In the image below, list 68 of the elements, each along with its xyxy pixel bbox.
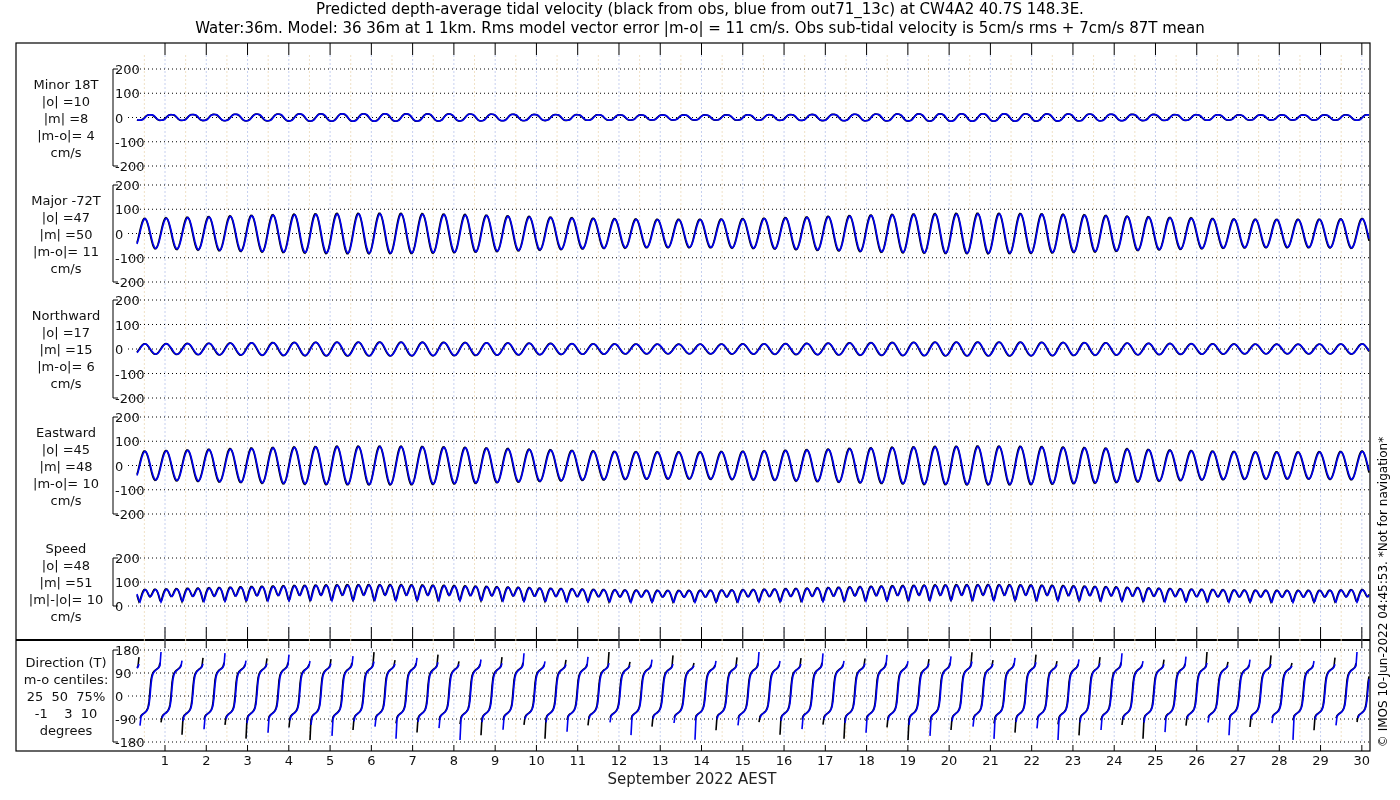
- panel-label: Speed |o| =48 |m| =51 |m|-|o|= 10 cm/s: [28, 541, 104, 624]
- panel-label: Northward |o| =17 |m| =15 |m-o|= 6 cm/s: [31, 308, 101, 391]
- axis-tick-label: 100: [115, 575, 140, 590]
- axis-tick-label: 13: [651, 753, 669, 768]
- axis-tick-label: -200: [115, 275, 145, 290]
- axis-tick-label: 23: [1064, 753, 1082, 768]
- axis-tick-label: 8: [449, 753, 459, 768]
- axis-tick-label: 5: [325, 753, 335, 768]
- axis-tick-label: 0: [115, 342, 124, 357]
- axis-tick-label: 24: [1105, 753, 1123, 768]
- axis-tick-label: 90: [115, 666, 132, 681]
- axis-tick-label: 0: [115, 599, 124, 614]
- axis-tick-label: 0: [115, 458, 124, 474]
- axis-tick-label: -200: [115, 159, 145, 174]
- axis-tick-label: 0: [115, 226, 124, 242]
- axis-tick-label: 2: [202, 753, 211, 768]
- axis-tick-label: 0: [115, 110, 124, 126]
- axis-tick-label: 100: [115, 317, 140, 333]
- axis-tick-label: -200: [115, 507, 145, 522]
- panel-label: Direction (T) m-o centiles: 25 50 75% -1 3 10 degrees: [23, 655, 109, 738]
- axis-tick-label: 1: [160, 753, 170, 768]
- axis-tick-label: 22: [1023, 753, 1040, 768]
- axis-tick-label: 180: [115, 643, 140, 658]
- axis-tick-label: 18: [858, 753, 875, 768]
- axis-tick-label: 30: [1353, 753, 1371, 768]
- axis-tick-label: 10: [528, 753, 545, 768]
- chart-title: Predicted depth-average tidal velocity (black from obs, blue from out71_13c) at CW4A2 40.7S 148.3E.: [316, 0, 1084, 18]
- axis-tick-label: -100: [115, 366, 145, 382]
- panel-label: Eastward |o| =45 |m| =48 |m-o|= 10 cm/s: [33, 424, 99, 508]
- axis-tick-label: 15: [734, 753, 752, 768]
- axis-tick-label: 7: [408, 753, 417, 768]
- copyright-notice: © IMOS 10-Jun-2022 04:45:53. *Not for navigation*: [1376, 436, 1390, 748]
- axis-tick-label: 12: [610, 753, 628, 768]
- axis-tick-label: -180: [115, 735, 145, 750]
- axis-tick-label: 100: [115, 434, 140, 450]
- axis-tick-label: 200: [115, 62, 140, 77]
- axis-tick-label: 3: [243, 753, 252, 768]
- axis-tick-label: 26: [1188, 753, 1205, 768]
- axis-tick-label: 17: [817, 753, 834, 768]
- axis-tick-label: -100: [115, 482, 145, 498]
- axis-tick-label: 100: [115, 202, 140, 218]
- axis-tick-label: -90: [115, 712, 137, 727]
- axis-tick-label: 6: [367, 753, 376, 768]
- axis-tick-label: 200: [115, 410, 140, 425]
- axis-tick-label: 0: [115, 689, 124, 704]
- axis-tick-label: 29: [1312, 753, 1329, 768]
- panel-label: Minor 18T |o| =10 |m| =8 |m-o|= 4 cm/s: [33, 76, 99, 160]
- axis-tick-label: 4: [284, 753, 293, 768]
- axis-tick-label: 25: [1147, 753, 1164, 768]
- axis-tick-label: 16: [775, 753, 793, 768]
- axis-tick-label: 100: [115, 86, 140, 102]
- axis-tick-label: 200: [115, 178, 140, 193]
- axis-tick-label: 27: [1229, 753, 1247, 768]
- axis-tick-label: 200: [115, 551, 140, 566]
- axis-tick-label: 200: [115, 293, 140, 308]
- axis-tick-label: 28: [1271, 753, 1288, 768]
- axis-tick-label: 14: [693, 753, 710, 768]
- axis-title: September 2022 AEST: [607, 770, 777, 788]
- axis-tick-label: 20: [940, 753, 958, 768]
- axis-tick-label: -100: [115, 250, 145, 266]
- axis-tick-label: 21: [982, 753, 999, 768]
- axis-tick-label: 11: [569, 753, 586, 768]
- panel-label: Major -72T |o| =47 |m| =50 |m-o|= 11 cm/s: [31, 192, 101, 276]
- axis-tick-label: -100: [115, 134, 145, 150]
- axis-tick-label: 19: [899, 753, 917, 768]
- axis-tick-label: -200: [115, 391, 145, 406]
- axis-tick-label: 9: [491, 753, 500, 768]
- chart-title: Water:36m. Model: 36 36m at 1 1km. Rms model vector error |m-o| = 11 cm/s. Obs sub-tidal velocity is 5cm/s rms + 7cm/s 87T mean: [195, 19, 1205, 37]
